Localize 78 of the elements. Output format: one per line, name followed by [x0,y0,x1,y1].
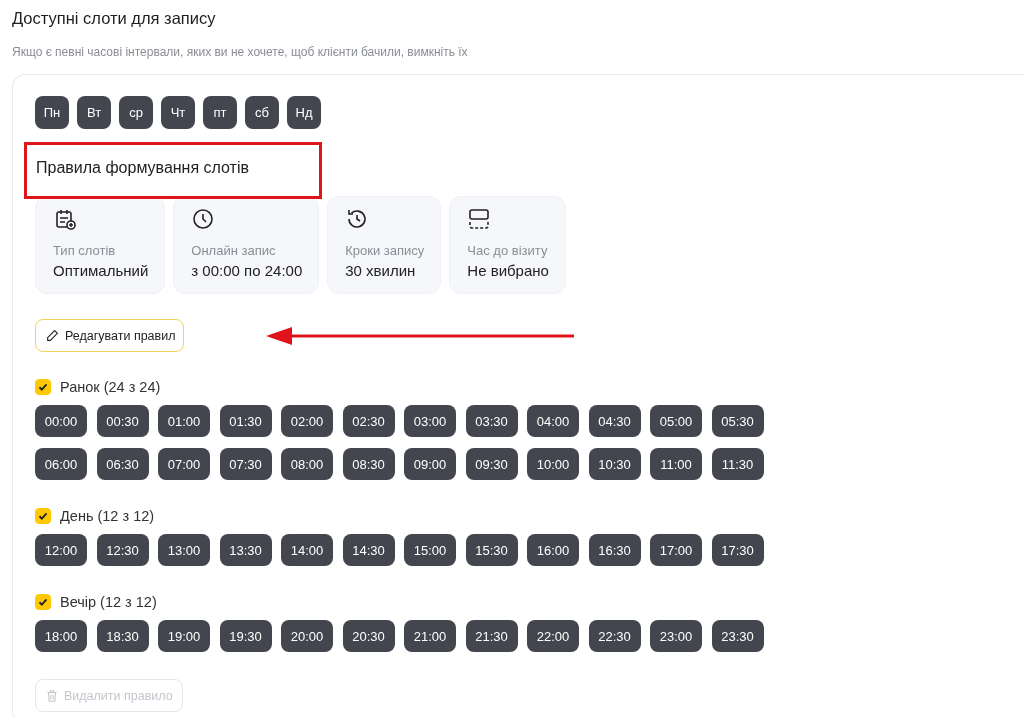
time-slot-button[interactable]: 19:00 [158,620,210,652]
time-slot-button[interactable]: 22:30 [588,620,641,652]
time-slot-button[interactable]: 07:00 [158,448,210,480]
info-value: з 00:00 по 24:00 [191,262,303,279]
weekday-button[interactable]: Вт [77,96,111,129]
time-slot-button[interactable]: 14:00 [281,534,333,566]
time-slot-button[interactable]: 04:30 [588,405,641,437]
time-slot-button[interactable]: 04:00 [527,405,579,437]
time-slot-button[interactable]: 02:00 [281,405,333,437]
time-slot-button[interactable]: 12:00 [35,534,87,566]
time-slot-button[interactable]: 02:30 [342,405,395,437]
time-slot-button[interactable]: 01:30 [219,405,272,437]
time-slot-button[interactable]: 06:30 [96,448,149,480]
group-checkbox[interactable] [35,508,51,524]
time-slot-button[interactable]: 20:30 [342,620,395,652]
calendar-plus-icon [53,207,77,231]
time-slot-button[interactable]: 09:00 [404,448,456,480]
time-slot-button[interactable]: 11:30 [711,448,764,480]
clock-icon [191,207,216,231]
section-title: Доступні слоти для запису [12,8,217,29]
weekday-button[interactable]: пт [203,96,237,129]
time-slot-button[interactable]: 18:00 [35,620,87,652]
info-value: Не вибрано [467,262,549,279]
time-slot-button[interactable]: 03:30 [465,405,518,437]
time-slot-button[interactable]: 07:30 [219,448,272,480]
time-slot-button[interactable]: 23:30 [711,620,764,652]
time-slot-button[interactable]: 00:00 [35,405,87,437]
layout-icon [467,207,492,231]
time-slot-button[interactable]: 21:30 [465,620,518,652]
edit-rules-button[interactable]: Редагувати правил [35,319,185,352]
weekday-button[interactable]: ср [119,96,153,129]
info-label: Тип слотів [53,243,117,258]
time-slot-button[interactable]: 17:30 [711,534,764,566]
time-slot-button[interactable]: 10:00 [527,448,579,480]
trash-icon [45,688,59,703]
time-slot-button[interactable]: 13:30 [219,534,272,566]
time-slot-button[interactable]: 22:00 [527,620,579,652]
weekday-button[interactable]: сб [245,96,279,129]
time-slot-button[interactable]: 01:00 [158,405,210,437]
info-label: Час до візиту [467,243,549,258]
time-slot-button[interactable]: 10:30 [588,448,641,480]
time-slot-button[interactable]: 12:30 [96,534,149,566]
time-slot-button[interactable]: 15:00 [404,534,456,566]
time-slot-button[interactable]: 09:30 [465,448,518,480]
info-label: Кроки запису [345,243,425,258]
info-value: 30 хвилин [345,262,417,279]
time-slot-button[interactable]: 00:30 [96,405,149,437]
time-slot-button[interactable]: 18:30 [96,620,149,652]
weekday-button[interactable]: Чт [161,96,195,129]
time-slot-button[interactable]: 16:00 [527,534,579,566]
time-slot-button[interactable]: 05:30 [711,405,764,437]
weekday-button[interactable]: Пн [35,96,69,129]
pencil-icon [46,329,59,342]
time-slot-button[interactable]: 19:30 [219,620,272,652]
time-slot-button[interactable]: 16:30 [588,534,641,566]
group-label: Ранок (24 з 24) [60,379,161,395]
time-slot-button[interactable]: 06:00 [35,448,87,480]
time-slot-button[interactable]: 17:00 [650,534,702,566]
group-checkbox[interactable] [35,379,51,395]
time-slot-button[interactable]: 08:30 [342,448,395,480]
group-label: День (12 з 12) [60,508,155,524]
time-slot-button[interactable]: 14:30 [342,534,395,566]
time-slot-button[interactable]: 03:00 [404,405,456,437]
rules-title: Правила формування слотів [35,158,250,178]
time-slot-button[interactable]: 05:00 [650,405,702,437]
group-checkbox[interactable] [35,594,51,610]
weekday-button[interactable]: Нд [287,96,321,129]
time-slot-button[interactable]: 13:00 [158,534,210,566]
time-slot-button[interactable]: 21:00 [404,620,456,652]
time-slot-button[interactable]: 08:00 [281,448,333,480]
time-slot-button[interactable]: 20:00 [281,620,333,652]
time-slot-button[interactable]: 11:00 [650,448,702,480]
info-label: Онлайн запис [191,243,277,258]
time-slot-button[interactable]: 15:30 [465,534,518,566]
info-value: Оптимальний [53,262,149,279]
section-subtitle: Якщо є певні часові інтервали, яких ви не хочете, щоб клієнти бачили, вимкніть їх [12,45,469,59]
group-label: Вечір (12 з 12) [60,594,157,610]
time-slot-button[interactable]: 23:00 [650,620,702,652]
